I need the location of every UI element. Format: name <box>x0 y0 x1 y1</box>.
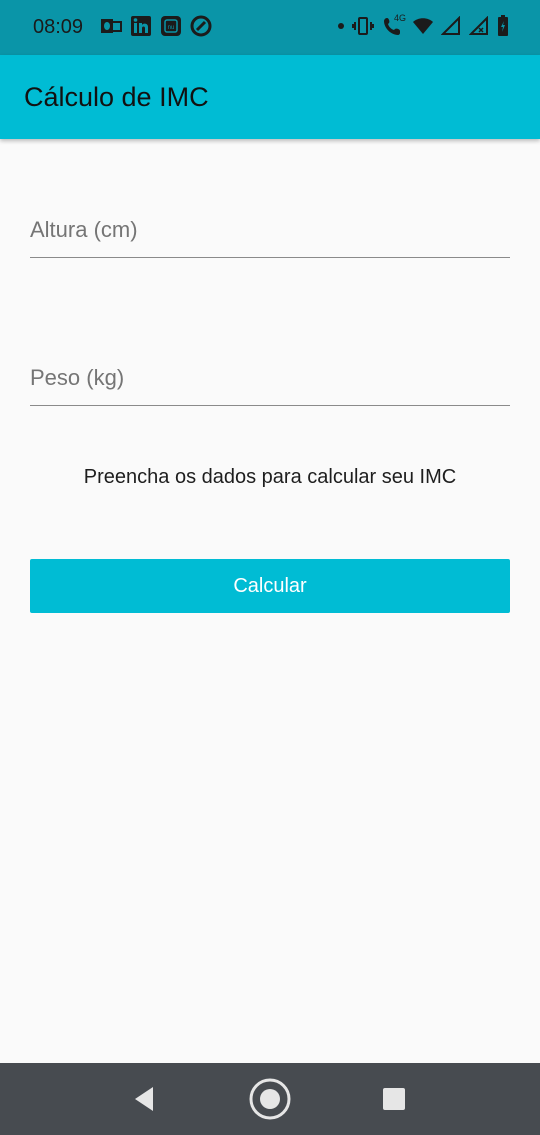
nubank-icon: nu <box>160 15 182 37</box>
wifi-icon <box>412 15 434 37</box>
linkedin-icon <box>130 15 152 37</box>
back-button[interactable] <box>104 1063 184 1135</box>
navigation-bar <box>0 1063 540 1135</box>
status-time: 08:09 <box>33 16 84 38</box>
notification-icons: nu <box>100 15 212 37</box>
altura-input[interactable] <box>30 198 510 257</box>
peso-input[interactable] <box>30 346 510 405</box>
calculate-button[interactable]: Calcular <box>30 559 510 613</box>
app-icon <box>190 15 212 37</box>
svg-text:nu: nu <box>168 25 175 31</box>
signal-icon <box>440 15 462 37</box>
app-bar: Cálculo de IMC <box>0 55 540 139</box>
home-button[interactable] <box>230 1063 310 1135</box>
network-label: 4G <box>393 13 406 23</box>
page-title: Cálculo de IMC <box>24 82 209 112</box>
dot-icon <box>336 15 346 37</box>
recents-icon <box>383 1088 405 1110</box>
altura-field[interactable] <box>30 198 510 258</box>
peso-field[interactable] <box>30 346 510 406</box>
result-message: Preencha os dados para calcular seu IMC <box>83 466 457 488</box>
back-icon <box>135 1087 153 1111</box>
outlook-icon <box>100 15 122 37</box>
recents-button[interactable] <box>354 1063 434 1135</box>
system-icons: 4G <box>336 13 510 37</box>
battery-icon <box>496 15 510 37</box>
status-bar: 08:09 nu 4G <box>0 0 540 55</box>
signal-no-data-icon <box>468 15 490 37</box>
home-icon <box>249 1078 291 1120</box>
vibrate-icon <box>352 15 374 37</box>
volte-call-icon: 4G <box>380 13 406 37</box>
